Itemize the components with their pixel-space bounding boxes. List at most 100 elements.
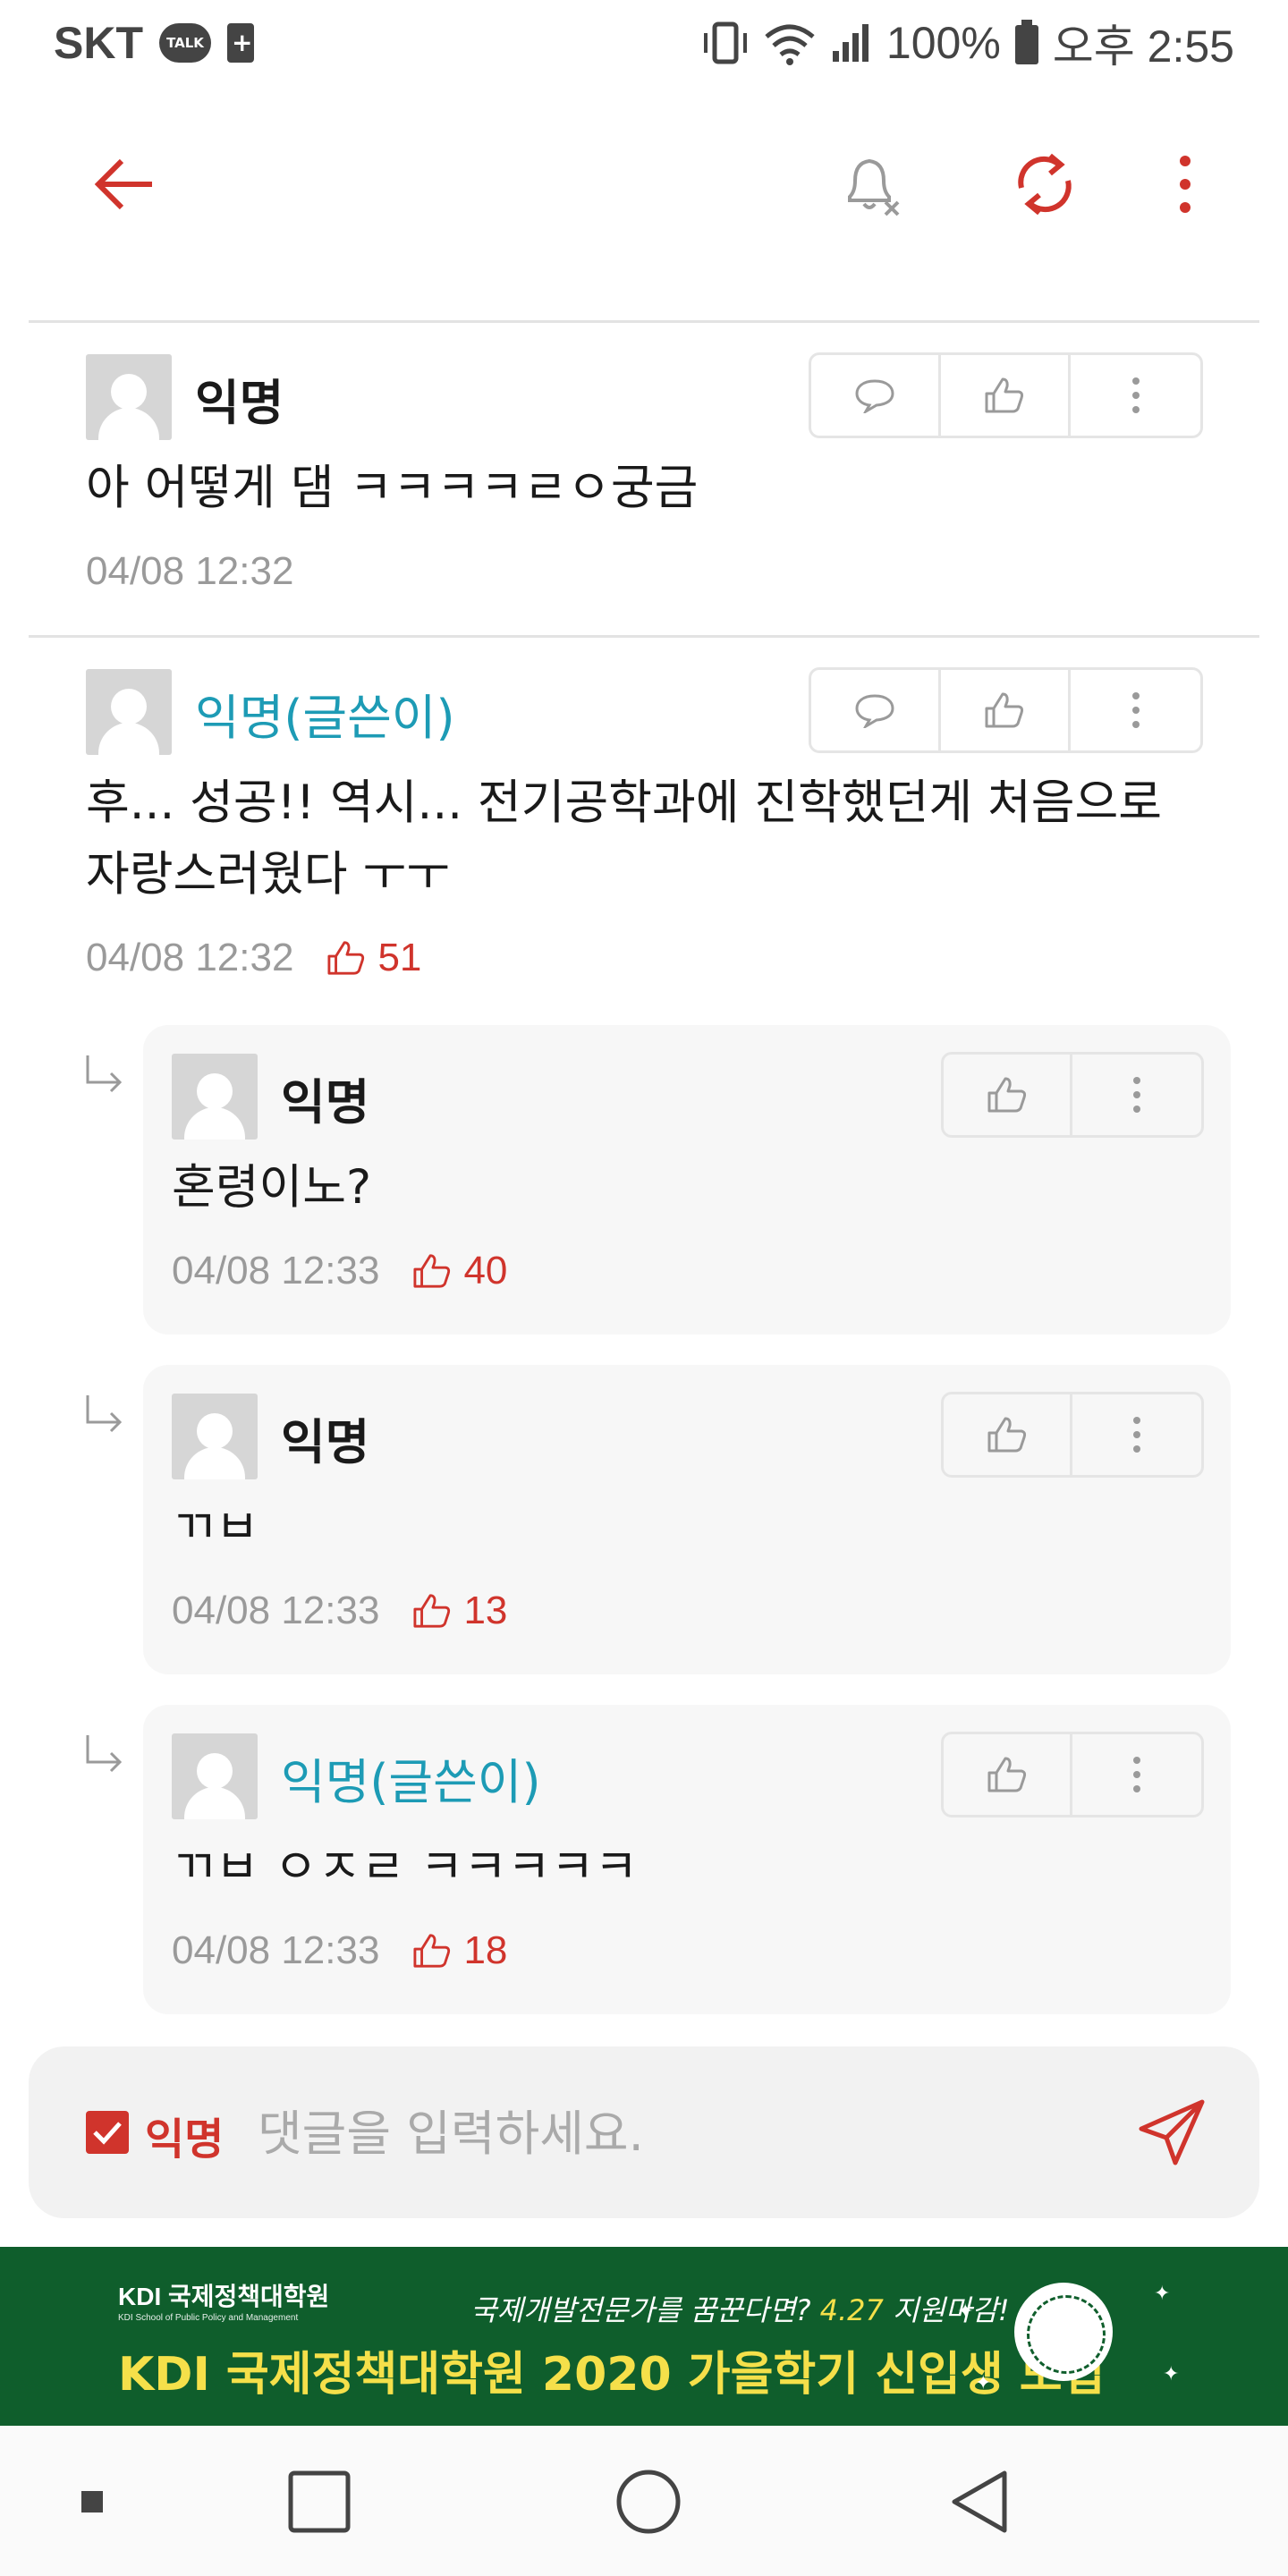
- thumbs-up-icon: [985, 692, 1024, 728]
- speech-bubble-icon: [855, 379, 894, 413]
- thumbs-up-icon: [327, 941, 365, 975]
- comment-text: 아 어떻게 댐 ㅋㅋㅋㅋㄹㅇ궁금: [86, 461, 699, 515]
- avatar: [86, 669, 172, 755]
- sparkle-icon: ✦: [957, 2301, 974, 2323]
- like-count-value: 40: [463, 1249, 508, 1292]
- like-button[interactable]: [941, 670, 1072, 750]
- back-button[interactable]: [89, 148, 161, 220]
- reply-text: ㄲㅂ: [172, 1500, 259, 1555]
- reply-meta: 04/08 12:33 13: [172, 1589, 507, 1633]
- battery-saver-icon: [227, 23, 254, 63]
- more-vertical-icon: [1131, 692, 1140, 728]
- more-options-button[interactable]: [1149, 148, 1221, 220]
- like-button[interactable]: [944, 1734, 1073, 1815]
- like-count: 40: [411, 1249, 507, 1293]
- nav-home-button[interactable]: [608, 2462, 689, 2542]
- ad-logo: KDI 국제정책대학원 KDI School of Public Policy …: [118, 2277, 329, 2323]
- like-count: 13: [411, 1589, 507, 1633]
- more-vertical-icon: [1131, 377, 1140, 413]
- like-button[interactable]: [944, 1055, 1073, 1135]
- reply-card: 익명 혼령이노? 04/08 12:33 40: [143, 1025, 1231, 1335]
- thumbs-up-icon: [987, 1757, 1026, 1792]
- reply-time: 04/08 12:33: [172, 1249, 380, 1292]
- like-button[interactable]: [941, 355, 1072, 436]
- like-count-value: 51: [377, 936, 422, 979]
- reply-time: 04/08 12:33: [172, 1589, 380, 1632]
- ad-deadline-text: 지원마감!: [893, 2293, 1010, 2327]
- avatar: [172, 1394, 258, 1479]
- square-icon: [288, 2470, 351, 2533]
- ad-logo-subtext: KDI School of Public Policy and Manageme…: [118, 2313, 299, 2323]
- notification-toggle-button[interactable]: [835, 148, 907, 220]
- back-arrow-icon: [94, 158, 152, 210]
- system-nav-bar: [0, 2426, 1288, 2576]
- reply-button[interactable]: [811, 355, 942, 436]
- sparkle-icon: ✦: [1163, 2363, 1180, 2385]
- comment-text-line2: 자랑스러웠다 ㅜㅜ: [86, 847, 450, 902]
- more-vertical-icon: [1133, 1417, 1141, 1453]
- reply-arrow-icon: [86, 1395, 123, 1433]
- reply-text: ㄲㅂ ㅇㅈㄹ ㅋㅋㅋㅋㅋ: [172, 1840, 639, 1894]
- send-icon: [1139, 2099, 1205, 2165]
- ad-deadline-date: 4.27: [819, 2293, 884, 2327]
- reply-more-button[interactable]: [1072, 1734, 1201, 1815]
- reply-card: 익명(글쓴이) ㄲㅂ ㅇㅈㄹ ㅋㅋㅋㅋㅋ 04/08 12:33 18: [143, 1705, 1231, 2014]
- more-vertical-icon: [1133, 1077, 1141, 1113]
- avatar: [172, 1054, 258, 1140]
- avatar: [86, 354, 172, 440]
- reply-more-button[interactable]: [1072, 1055, 1201, 1135]
- reply-arrow-icon: [86, 1055, 123, 1093]
- like-count: 51: [326, 936, 421, 980]
- battery-percent: 100%: [886, 18, 1001, 68]
- reply-author-op: 익명(글쓴이): [281, 1754, 541, 1810]
- thumbs-up-icon: [413, 1254, 451, 1288]
- comment-text-line1: 후... 성공!! 역시... 전기공학과에 진학했던게 처음으로: [86, 775, 1163, 830]
- comment-input[interactable]: [258, 2093, 1098, 2174]
- comment-time: 04/08 12:32: [86, 549, 294, 593]
- ad-subtitle: 국제개발전문가를 꿈꾼다면? 4.27 지원마감!: [470, 2288, 1010, 2329]
- ad-subtitle-text: 국제개발전문가를 꿈꾼다면?: [470, 2293, 811, 2327]
- ad-headline: KDI 국제정책대학원 2020 가을학기 신입생 모집: [118, 2348, 1106, 2402]
- sparkle-icon: ✦: [1154, 2283, 1171, 2305]
- comment-item: 익명 아 어떻게 댐 ㅋㅋㅋㅋㄹㅇ궁금 04/08 12:32: [0, 324, 1288, 633]
- avatar: [172, 1733, 258, 1819]
- more-vertical-icon: [1180, 156, 1191, 213]
- thumbs-up-icon: [987, 1417, 1026, 1453]
- status-right: 100% 오후 2:55: [700, 11, 1234, 75]
- thumbs-up-icon: [413, 1594, 451, 1628]
- wifi-icon: [763, 21, 817, 65]
- reply-meta: 04/08 12:33 18: [172, 1928, 507, 1973]
- anonymous-checkbox[interactable]: [86, 2111, 129, 2154]
- bell-off-icon: [848, 158, 900, 216]
- like-button[interactable]: [944, 1394, 1073, 1475]
- reply-more-button[interactable]: [1072, 1394, 1201, 1475]
- status-left: SKT TALK: [54, 17, 254, 69]
- comment-actions: [809, 667, 1203, 753]
- send-button[interactable]: [1129, 2089, 1215, 2175]
- top-app-bar: [0, 122, 1288, 247]
- comment-more-button[interactable]: [1071, 355, 1200, 436]
- reply-author: 익명: [281, 1074, 370, 1131]
- anonymous-label[interactable]: 익명: [145, 2104, 224, 2166]
- reply-meta: 04/08 12:33 40: [172, 1249, 507, 1293]
- reply-time: 04/08 12:33: [172, 1928, 380, 1972]
- signal-icon: [829, 21, 874, 65]
- comment-item: 익명(글쓴이) 후... 성공!! 역시... 전기공학과에 진학했던게 처음으…: [0, 639, 1288, 1014]
- comment-more-button[interactable]: [1071, 670, 1200, 750]
- reply-button[interactable]: [811, 670, 942, 750]
- divider: [29, 635, 1259, 638]
- like-count-value: 18: [463, 1928, 508, 1972]
- ad-banner[interactable]: KDI 국제정책대학원 KDI School of Public Policy …: [0, 2247, 1288, 2426]
- check-icon: [93, 2122, 122, 2145]
- clock: 오후 2:55: [1052, 21, 1234, 72]
- small-square-icon: [81, 2491, 103, 2512]
- nav-recents-button[interactable]: [279, 2462, 360, 2542]
- refresh-icon: [1018, 153, 1072, 216]
- like-count-value: 13: [463, 1589, 508, 1632]
- refresh-button[interactable]: [1009, 148, 1080, 220]
- reply-actions: [941, 1052, 1204, 1138]
- nav-menu-button[interactable]: [52, 2462, 132, 2542]
- reply-arrow-icon: [86, 1735, 123, 1773]
- reply-actions: [941, 1392, 1204, 1478]
- nav-back-button[interactable]: [939, 2462, 1020, 2542]
